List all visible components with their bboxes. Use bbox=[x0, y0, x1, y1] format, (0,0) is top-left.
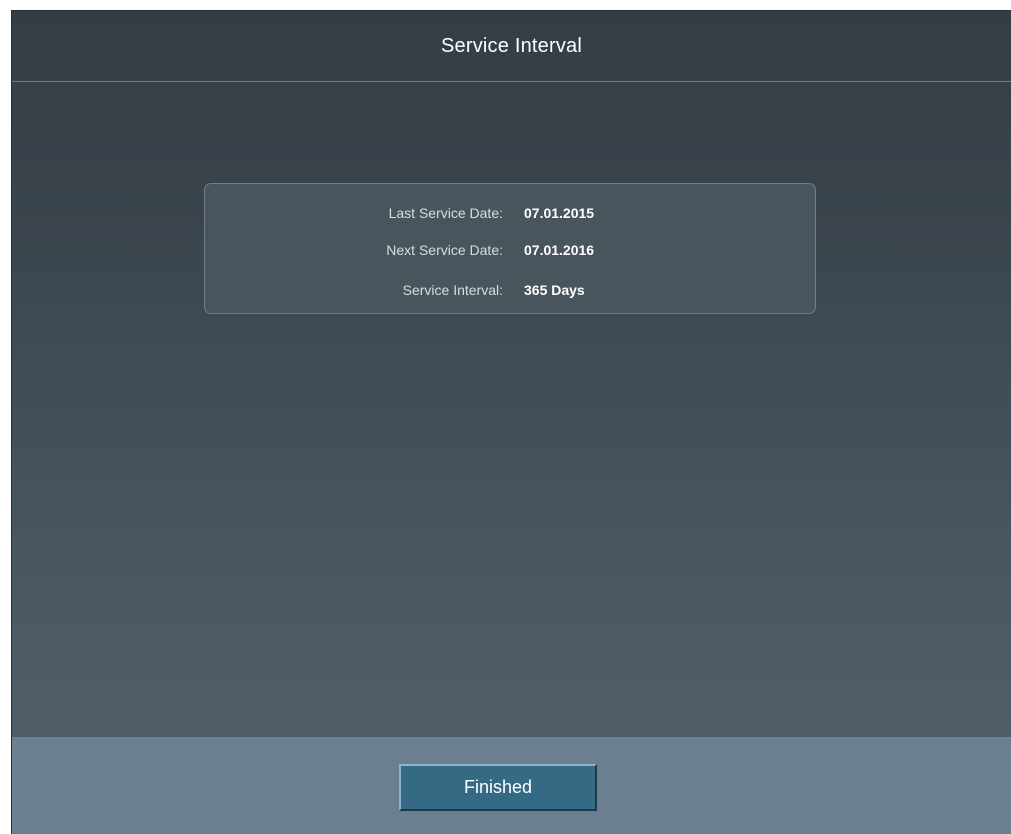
title-bar: Service Interval bbox=[12, 11, 1011, 82]
last-service-date-row: Last Service Date: 07.01.2015 bbox=[205, 205, 815, 225]
last-service-date-value: 07.01.2015 bbox=[524, 205, 595, 221]
service-interval-row: Service Interval: 365 Days bbox=[205, 282, 815, 302]
service-interval-value: 365 Days bbox=[524, 282, 585, 298]
service-interval-label: Service Interval: bbox=[402, 282, 503, 298]
finished-button[interactable]: Finished bbox=[399, 764, 597, 811]
footer-bar: Finished bbox=[12, 736, 1011, 834]
page-title: Service Interval bbox=[440, 34, 583, 57]
last-service-date-label: Last Service Date: bbox=[388, 205, 503, 221]
service-info-panel: Last Service Date: 07.01.2015 Next Servi… bbox=[204, 183, 816, 314]
next-service-date-label: Next Service Date: bbox=[386, 242, 503, 258]
next-service-date-row: Next Service Date: 07.01.2016 bbox=[205, 242, 815, 262]
next-service-date-value: 07.01.2016 bbox=[524, 242, 595, 258]
service-interval-window: Service Interval Last Service Date: 07.0… bbox=[11, 10, 1011, 834]
